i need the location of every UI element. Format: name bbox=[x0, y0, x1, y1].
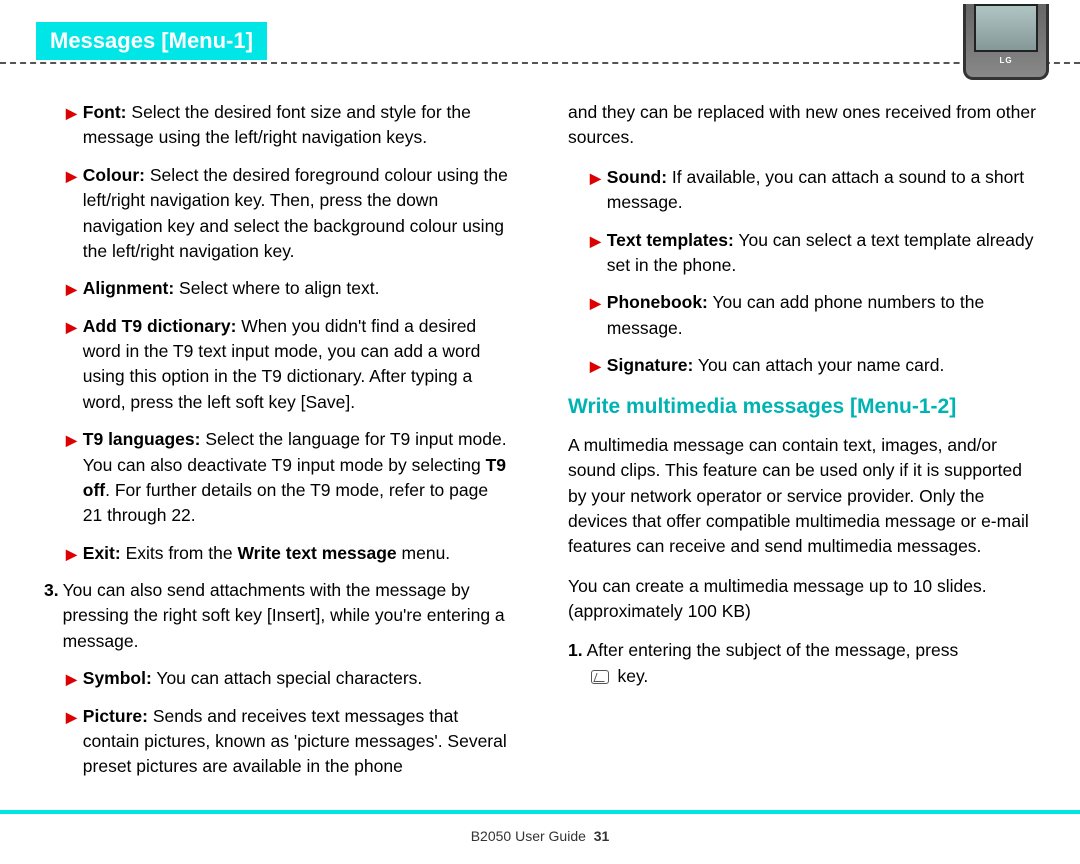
content-area: ▶ Font: Select the desired font size and… bbox=[0, 92, 1080, 792]
right-column: and they can be replaced with new ones r… bbox=[540, 92, 1080, 792]
bullet-font: ▶ Font: Select the desired font size and… bbox=[66, 100, 512, 151]
bullet-picture: ▶ Picture: Sends and receives text messa… bbox=[66, 704, 512, 780]
footer-text: B2050 User Guide 31 bbox=[0, 828, 1080, 844]
bullet-icon: ▶ bbox=[590, 293, 601, 341]
step-1: 1. After entering the subject of the mes… bbox=[568, 638, 1036, 689]
bullet-phonebook: ▶ Phonebook: You can add phone numbers t… bbox=[590, 290, 1036, 341]
bullet-icon: ▶ bbox=[66, 166, 77, 265]
bullet-icon: ▶ bbox=[66, 430, 77, 529]
bullet-add-t9: ▶ Add T9 dictionary: When you didn't fin… bbox=[66, 314, 512, 416]
bullet-alignment: ▶ Alignment: Select where to align text. bbox=[66, 276, 512, 301]
step-3: 3. You can also send attachments with th… bbox=[44, 578, 512, 654]
manual-page: Messages [Menu-1] LG ▶ Font: Select the … bbox=[0, 0, 1080, 864]
softkey-icon bbox=[591, 670, 609, 684]
left-column: ▶ Font: Select the desired font size and… bbox=[0, 92, 540, 792]
bullet-text-templates: ▶ Text templates: You can select a text … bbox=[590, 228, 1036, 279]
subsection-heading: Write multimedia messages [Menu-1-2] bbox=[568, 392, 1036, 422]
bullet-icon: ▶ bbox=[66, 707, 77, 780]
header-divider bbox=[0, 62, 1080, 64]
picture-continuation: and they can be replaced with new ones r… bbox=[568, 100, 1036, 151]
bullet-icon: ▶ bbox=[590, 231, 601, 279]
bullet-icon: ▶ bbox=[590, 168, 601, 216]
footer-divider bbox=[0, 810, 1080, 814]
bullet-sound: ▶ Sound: If available, you can attach a … bbox=[590, 165, 1036, 216]
phone-illustration: LG bbox=[956, 0, 1056, 76]
bullet-icon: ▶ bbox=[66, 279, 77, 301]
mms-limit: You can create a multimedia message up t… bbox=[568, 574, 1036, 625]
bullet-colour: ▶ Colour: Select the desired foreground … bbox=[66, 163, 512, 265]
phone-brand-label: LG bbox=[966, 56, 1046, 65]
bullet-signature: ▶ Signature: You can attach your name ca… bbox=[590, 353, 1036, 378]
bullet-icon: ▶ bbox=[66, 317, 77, 416]
bullet-icon: ▶ bbox=[590, 356, 601, 378]
bullet-t9-languages: ▶ T9 languages: Select the language for … bbox=[66, 427, 512, 529]
bullet-symbol: ▶ Symbol: You can attach special charact… bbox=[66, 666, 512, 691]
mms-intro: A multimedia message can contain text, i… bbox=[568, 433, 1036, 560]
bullet-icon: ▶ bbox=[66, 103, 77, 151]
bullet-icon: ▶ bbox=[66, 669, 77, 691]
section-title-tab: Messages [Menu-1] bbox=[36, 22, 267, 60]
bullet-exit: ▶ Exit: Exits from the Write text messag… bbox=[66, 541, 512, 566]
bullet-icon: ▶ bbox=[66, 544, 77, 566]
